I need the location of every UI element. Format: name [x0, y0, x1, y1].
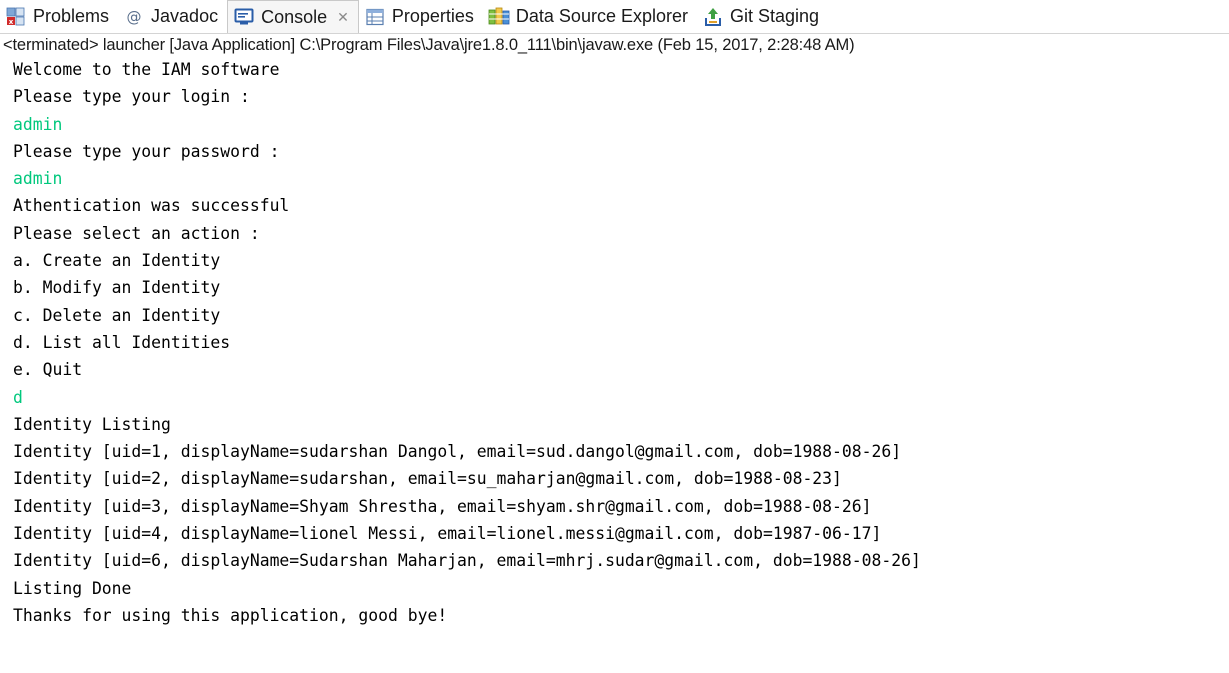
tab-label: Properties	[391, 6, 474, 26]
console-output-line: e. Quit	[13, 360, 83, 380]
problems-icon: x	[5, 6, 27, 28]
console-input-line: admin	[13, 169, 63, 189]
console-output-line: b. Modify an Identity	[13, 278, 221, 298]
console-output-line: Athentication was successful	[13, 196, 290, 216]
data-source-icon	[488, 6, 510, 28]
console-output-line: Identity Listing	[13, 414, 171, 434]
console-output-line: Identity [uid=1, displayName=sudarshan D…	[13, 442, 902, 462]
properties-icon	[364, 6, 386, 28]
console-output-line: c. Delete an Identity	[13, 305, 221, 325]
console-output[interactable]: Welcome to the IAM software Please type y…	[0, 56, 1229, 673]
console-output-line: Identity [uid=6, displayName=Sudarshan M…	[13, 551, 921, 571]
console-output-line: Listing Done	[13, 578, 132, 598]
console-output-line: a. Create an Identity	[13, 251, 221, 271]
view-tab-bar: x Problems @ Javadoc Console ✕ Propertie…	[0, 0, 1229, 33]
console-output-line: Please type your password :	[13, 141, 280, 161]
tab-label: Console	[261, 6, 328, 27]
tab-javadoc[interactable]: @ Javadoc	[118, 0, 227, 33]
tab-label: Git Staging	[730, 6, 820, 26]
console-output-line: Identity [uid=2, displayName=sudarshan, …	[13, 469, 842, 489]
tab-console[interactable]: Console ✕	[227, 0, 359, 33]
console-output-line: Welcome to the IAM software	[13, 60, 280, 79]
close-icon[interactable]: ✕	[337, 9, 349, 26]
svg-text:x: x	[9, 18, 14, 26]
tab-label: Javadoc	[151, 6, 219, 26]
tab-git-staging[interactable]: Git Staging	[697, 0, 828, 33]
at-icon: @	[123, 6, 145, 28]
svg-text:@: @	[127, 8, 142, 26]
tab-label: Data Source Explorer	[515, 6, 688, 26]
console-input-line: d	[13, 387, 23, 407]
tab-data-source-explorer[interactable]: Data Source Explorer	[483, 0, 697, 33]
console-output-line: Please type your login :	[13, 87, 250, 107]
console-output-line: Identity [uid=4, displayName=lionel Mess…	[13, 524, 882, 544]
git-staging-icon	[702, 6, 724, 28]
tab-problems[interactable]: x Problems	[0, 0, 118, 33]
console-input-line: admin	[13, 114, 63, 134]
console-output-line: Please select an action :	[13, 223, 260, 243]
tab-properties[interactable]: Properties	[359, 0, 483, 33]
console-output-line: d. List all Identities	[13, 332, 231, 352]
console-status-line: <terminated> launcher [Java Application]…	[0, 33, 1229, 56]
console-output-line: Thanks for using this application, good …	[13, 605, 448, 625]
console-icon	[233, 6, 255, 28]
tab-label: Problems	[33, 6, 110, 26]
console-output-line: Identity [uid=3, displayName=Shyam Shres…	[13, 496, 872, 516]
